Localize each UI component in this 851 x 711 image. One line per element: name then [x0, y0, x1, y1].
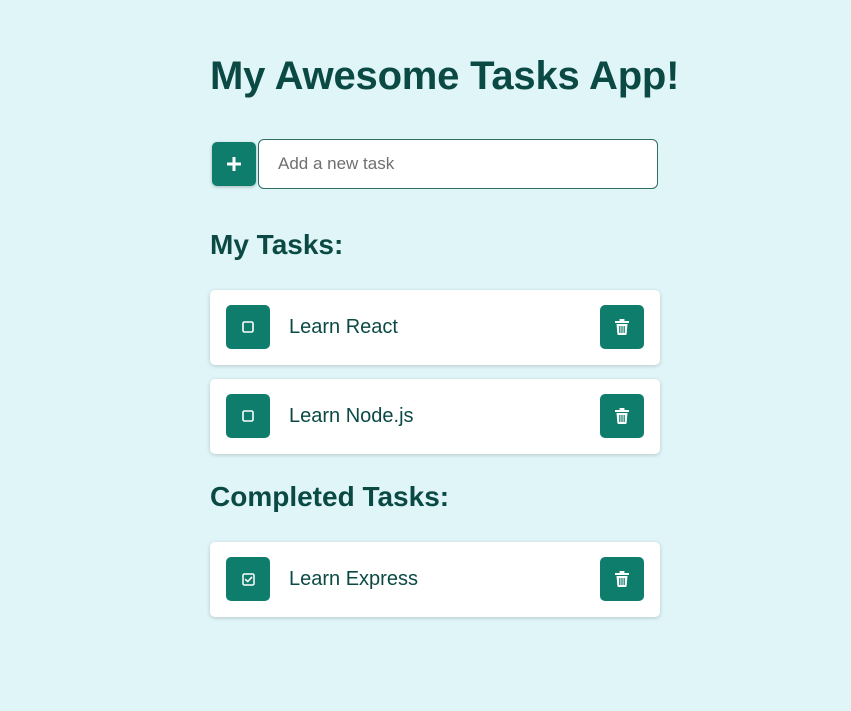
delete-task-button[interactable] — [600, 394, 644, 438]
completed-tasks-list: Learn Express — [210, 542, 660, 631]
plus-icon — [227, 157, 241, 171]
task-label: Learn Express — [289, 568, 418, 590]
delete-task-button[interactable] — [600, 305, 644, 349]
trash-icon — [615, 408, 629, 424]
delete-task-button[interactable] — [600, 557, 644, 601]
complete-task-button[interactable] — [226, 305, 270, 349]
checkbox-empty-icon — [242, 410, 254, 422]
task-label: Learn Node.js — [289, 405, 414, 427]
add-task-form — [212, 139, 660, 189]
uncomplete-task-button[interactable] — [226, 557, 270, 601]
my-tasks-heading: My Tasks: — [210, 229, 344, 260]
add-task-button[interactable] — [212, 142, 256, 186]
complete-task-button[interactable] — [226, 394, 270, 438]
tasks-app: My Awesome Tasks App! My Tasks: Learn R — [0, 0, 851, 711]
trash-icon — [615, 319, 629, 335]
task-item: Learn Node.js — [210, 379, 660, 454]
task-item: Learn Express — [210, 542, 660, 617]
task-item: Learn React — [210, 290, 660, 365]
checkbox-checked-icon — [241, 572, 255, 586]
trash-icon — [615, 571, 629, 587]
my-tasks-list: Learn React Learn Node.js — [210, 290, 660, 468]
task-label: Learn React — [289, 316, 398, 338]
completed-tasks-heading: Completed Tasks: — [210, 481, 450, 512]
checkbox-empty-icon — [242, 321, 254, 333]
page-title: My Awesome Tasks App! — [210, 54, 680, 98]
new-task-input[interactable] — [258, 139, 658, 189]
